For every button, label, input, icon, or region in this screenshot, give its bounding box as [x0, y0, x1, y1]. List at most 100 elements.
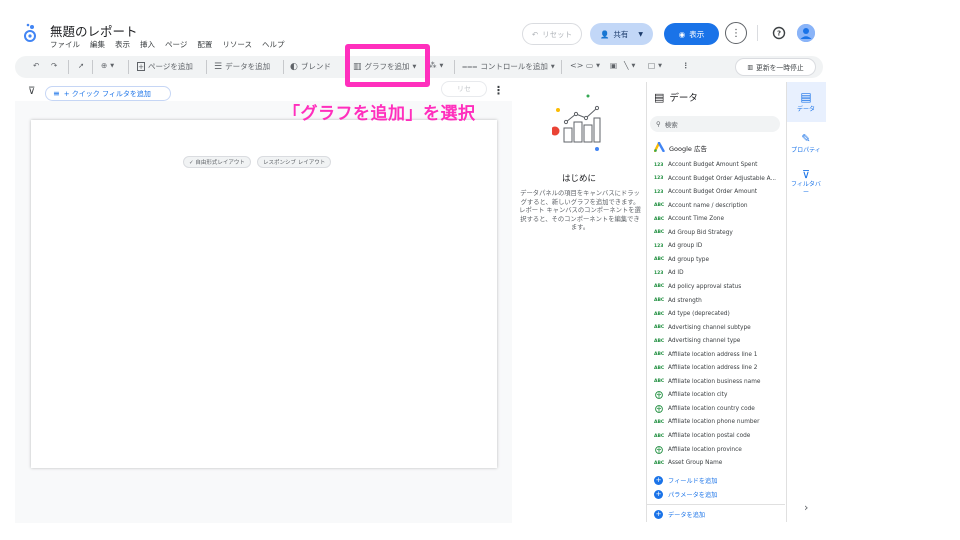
share-button[interactable]: 👤 共有 ▼ — [590, 23, 653, 45]
field-item[interactable]: ABC Affiliate location address line 1 — [654, 349, 782, 361]
add-field-link[interactable]: + フィールドを追加 — [654, 476, 717, 485]
rail-properties-tab[interactable]: ✎ プロパティ — [786, 132, 826, 154]
field-item[interactable]: ABC Ad strength — [654, 295, 782, 307]
menu-edit[interactable]: 編集 — [90, 39, 105, 50]
more-options-icon[interactable]: ⋮ — [725, 22, 747, 44]
text-type-icon: ABC — [654, 257, 665, 263]
menu-arrange[interactable]: 配置 — [197, 39, 212, 50]
add-parameter-link[interactable]: + パラメータを追加 — [654, 490, 717, 499]
field-item[interactable]: ABC Account name / description — [654, 200, 782, 212]
redo-icon[interactable]: ↷ — [51, 61, 57, 70]
undo-arrow-icon: ↶ — [531, 29, 539, 39]
table-icon: ▤ — [800, 90, 812, 104]
image-icon[interactable]: ▭ ▼ — [586, 61, 600, 70]
pause-update-button[interactable]: ▥ 更新を一時停止 — [735, 58, 816, 76]
menu-view[interactable]: 表示 — [115, 39, 130, 50]
number-type-icon: 123 — [654, 176, 664, 182]
field-item[interactable]: 123 Account Budget Amount Spent — [654, 159, 782, 171]
field-name: Affiliate location phone number — [668, 419, 760, 426]
select-cursor-icon[interactable]: ➚ — [78, 61, 84, 70]
filter-icon[interactable]: ⊽ — [28, 86, 35, 97]
menu-resource[interactable]: リソース — [222, 39, 252, 50]
text-icon[interactable]: ▣ — [610, 61, 617, 70]
field-name: Affiliate location country code — [668, 405, 755, 412]
menu-help[interactable]: ヘルプ — [262, 39, 285, 50]
rail-filter-tab[interactable]: ⊽ フィルタバー — [786, 168, 826, 197]
toolbar-separator — [206, 60, 207, 74]
community-viz-icon[interactable]: ⁂ ▼ — [429, 61, 443, 70]
field-item[interactable]: ABC Affiliate location postal code — [654, 430, 782, 442]
add-page-button[interactable]: + ページを追加 — [137, 61, 193, 72]
field-item[interactable]: ABC Ad group type — [654, 254, 782, 266]
quick-filter-button[interactable]: ≡ + クイック フィルタを追加 — [45, 86, 171, 101]
report-title[interactable]: 無題のレポート — [50, 21, 138, 40]
field-name: Account Budget Order Adjustable A... — [668, 175, 777, 182]
field-item[interactable]: Affiliate location province — [654, 444, 782, 456]
menu-file[interactable]: ファイル — [50, 39, 80, 50]
field-item[interactable]: 123 Account Budget Order Adjustable A... — [654, 173, 782, 185]
plus-circle-icon: + — [654, 490, 663, 499]
divider — [646, 504, 785, 505]
intro-body: データパネルの項目をキャンバスにドラッグすると、新しいグラフを追加できます。レポ… — [519, 190, 641, 232]
svg-text:?: ? — [777, 30, 781, 38]
field-item[interactable]: ABC Account Time Zone — [654, 213, 782, 225]
line-icon[interactable]: ╲ ▼ — [624, 61, 635, 70]
field-item[interactable]: ABC Ad Group Bid Strategy — [654, 227, 782, 239]
number-type-icon: 123 — [654, 243, 664, 249]
field-item[interactable]: ABC Affiliate location address line 2 — [654, 362, 782, 374]
menu-page[interactable]: ページ — [165, 39, 187, 50]
field-item[interactable]: ABC Advertising channel type — [654, 335, 782, 347]
field-item[interactable]: Affiliate location city — [654, 389, 782, 401]
field-item[interactable]: ABC Ad type (deprecated) — [654, 308, 782, 320]
chevron-down-icon[interactable]: ▼ — [638, 31, 643, 38]
avatar[interactable] — [797, 24, 815, 42]
text-type-icon: ABC — [654, 203, 665, 209]
text-type-icon: ABC — [654, 284, 665, 290]
field-name: Affiliate location postal code — [668, 433, 751, 439]
looker-studio-app: 無題のレポート ファイル 編集 表示 挿入 ページ 配置 リソース ヘルプ ↶ … — [0, 0, 960, 540]
add-data-button[interactable]: ☰ データを追加 — [214, 61, 270, 72]
add-chart-highlight — [345, 44, 430, 87]
field-name: Affiliate location city — [668, 392, 728, 399]
help-icon[interactable]: ? — [768, 22, 790, 44]
chevron-down-icon: ▼ — [550, 63, 555, 70]
field-name: Ad ID — [668, 270, 684, 277]
data-search-input[interactable]: ⚲ 検索 — [650, 116, 780, 132]
responsive-layout-chip[interactable]: レスポンシブ レイアウト — [257, 156, 332, 168]
rail-data-tab[interactable]: ▤ データ — [786, 90, 826, 113]
add-data-link[interactable]: + データを追加 — [654, 510, 705, 519]
view-button[interactable]: ◉ 表示 — [664, 23, 719, 45]
add-control-button[interactable]: ⩶ コントロールを追加 ▼ — [462, 61, 555, 72]
zoom-icon[interactable]: ⊕ ▼ — [101, 61, 114, 70]
blend-button[interactable]: ◐ ブレンド — [290, 61, 331, 72]
shape-icon[interactable]: □ ▼ — [648, 61, 662, 70]
free-layout-chip[interactable]: ✓ 自由形式レイアウト — [183, 156, 251, 168]
looker-studio-logo-icon[interactable] — [22, 22, 42, 44]
report-page[interactable] — [31, 120, 497, 468]
funnel-icon: ⊽ — [801, 168, 811, 181]
canvas-more-icon[interactable]: ⋮ — [493, 84, 504, 97]
undo-icon[interactable]: ↶ — [33, 61, 39, 70]
more-toolbar-icon[interactable]: ⋮ — [682, 61, 690, 70]
field-name: Account Time Zone — [668, 216, 725, 223]
field-item[interactable]: Affiliate location country code — [654, 403, 782, 415]
field-item[interactable]: ABC Ad policy approval status — [654, 281, 782, 293]
field-item[interactable]: ABC Affiliate location business name — [654, 376, 782, 388]
field-name: Advertising channel subtype — [668, 324, 751, 331]
data-source-label[interactable]: Google 広告 — [653, 141, 707, 154]
field-item[interactable]: 123 Ad ID — [654, 267, 782, 279]
code-embed-icon[interactable]: <> — [570, 61, 583, 70]
menu-insert[interactable]: 挿入 — [140, 39, 155, 50]
field-name: Affiliate location province — [668, 446, 742, 453]
field-item[interactable]: ABC Asset Group Name — [654, 457, 782, 469]
reset-button[interactable]: ↶ リセット — [522, 23, 582, 45]
field-item[interactable]: 123 Account Budget Order Amount — [654, 186, 782, 198]
text-type-icon: ABC — [654, 216, 665, 222]
field-item[interactable]: ABC Affiliate location phone number — [654, 416, 782, 428]
chevron-right-icon[interactable]: › — [804, 501, 808, 514]
pause-icon: ▥ — [747, 63, 754, 71]
field-item[interactable]: ABC Advertising channel subtype — [654, 322, 782, 334]
person-add-icon: 👤 — [600, 29, 610, 39]
field-item[interactable]: 123 Ad group ID — [654, 240, 782, 252]
toolbar-separator — [92, 60, 93, 74]
